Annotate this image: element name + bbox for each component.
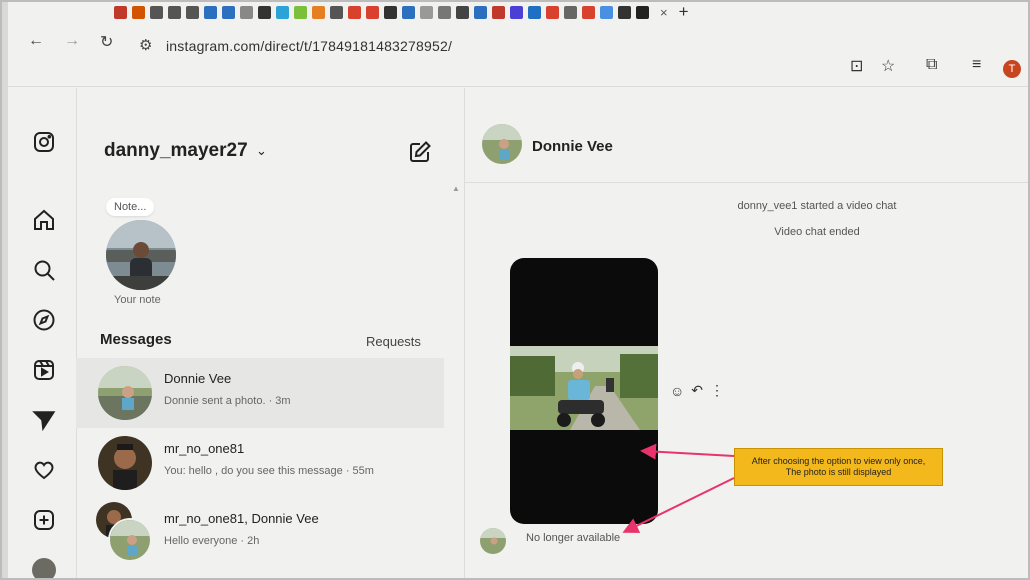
inbox-pane: danny_mayer27 ⌄ ▲ Note... Your note Mess… (76, 88, 465, 580)
chat-pane: Donnie Vee donny_vee1 started a video ch… (464, 88, 1030, 580)
chat-header: Donnie Vee (464, 88, 1030, 183)
tab-favicon-icon[interactable] (474, 5, 487, 19)
extensions-icon[interactable]: ⧉ (926, 56, 937, 74)
annotation-line-2: The photo is still displayed (785, 467, 892, 477)
tab-favicon-icon[interactable] (204, 5, 217, 19)
tab-favicon-icon[interactable] (222, 5, 235, 19)
react-emoji-icon[interactable]: ☺ (670, 383, 684, 399)
reload-icon[interactable]: ↻ (100, 32, 113, 52)
tab-favicon-icon[interactable] (582, 5, 595, 19)
toolbar-divider (8, 86, 1030, 87)
install-app-icon[interactable]: ⊡ (850, 56, 863, 76)
system-message: Video chat ended (774, 226, 860, 238)
profile-avatar-icon[interactable] (32, 558, 56, 580)
chat-contact-avatar[interactable] (482, 124, 522, 164)
thread-row-group[interactable]: mr_no_one81, Donnie Vee Hello everyone ·… (76, 498, 444, 568)
tab-strip: × + (104, 0, 1030, 24)
photo-message[interactable] (510, 258, 658, 524)
your-note-label: Your note (114, 294, 161, 306)
sender-avatar (480, 528, 506, 554)
thread-name: mr_no_one81, Donnie Vee (164, 511, 319, 526)
thread-preview: Donnie sent a photo. · 3m (164, 395, 291, 407)
tab-favicon-icon[interactable] (294, 5, 307, 19)
instagram-logo-icon[interactable] (32, 130, 56, 154)
site-info-icon[interactable]: ⚙ (139, 36, 152, 54)
thread-row-donnie-vee[interactable]: Donnie Vee Donnie sent a photo. · 3m (76, 358, 444, 428)
messages-icon[interactable] (32, 408, 56, 432)
annotation-callout: After choosing the option to view only o… (734, 448, 943, 486)
tab-favicon-icon[interactable] (492, 5, 505, 19)
profile-avatar[interactable]: T (1003, 60, 1021, 78)
tab-favicon-icon[interactable] (600, 5, 613, 19)
back-icon[interactable]: ← (28, 32, 44, 50)
group-avatar-2 (108, 518, 152, 562)
tab-favicon-icon[interactable] (258, 5, 271, 19)
media-controls-icon[interactable]: ≡ (972, 56, 981, 74)
tab-favicon-icon[interactable] (114, 5, 127, 19)
thread-avatar (98, 366, 152, 420)
thread-avatar (98, 436, 152, 490)
reels-icon[interactable] (32, 358, 56, 382)
annotation-line-1: After choosing the option to view only o… (751, 456, 926, 466)
tab-favicon-icon[interactable] (456, 5, 469, 19)
tab-favicon-icon[interactable] (618, 5, 631, 19)
thread-preview: You: hello , do you see this message · 5… (164, 465, 374, 477)
note-avatar[interactable] (106, 220, 176, 290)
thread-row-mr-no-one81[interactable]: mr_no_one81 You: hello , do you see this… (76, 428, 444, 498)
tab-favicon-icon[interactable] (546, 5, 559, 19)
photo-image (510, 346, 658, 430)
message-actions: ☺ ↶ ⋮ (670, 382, 724, 399)
tab-favicon-icon[interactable] (150, 5, 163, 19)
messages-heading: Messages (100, 331, 172, 348)
note-bubble[interactable]: Note... (106, 198, 155, 216)
tab-favicon-icon[interactable] (348, 5, 361, 19)
url-field[interactable]: instagram.com/direct/t/17849181483278952… (166, 38, 452, 54)
explore-icon[interactable] (32, 308, 56, 332)
address-bar-row: ← → ↻ ⚙ instagram.com/direct/t/178491814… (8, 26, 1030, 64)
new-tab-icon[interactable]: + (679, 2, 689, 22)
tab-favicon-icon[interactable] (636, 5, 649, 19)
tab-favicon-icon[interactable] (528, 5, 541, 19)
bookmark-star-icon[interactable]: ☆ (881, 56, 895, 76)
tab-favicon-icon[interactable] (186, 5, 199, 19)
tab-favicon-icon[interactable] (438, 5, 451, 19)
requests-link[interactable]: Requests (366, 334, 421, 349)
tab-favicon-icon[interactable] (132, 5, 145, 19)
tab-favicon-icon[interactable] (276, 5, 289, 19)
reply-icon[interactable]: ↶ (691, 382, 703, 399)
more-options-icon[interactable]: ⋮ (710, 382, 724, 399)
system-message: donny_vee1 started a video chat (737, 200, 897, 212)
close-tab-icon[interactable]: × (660, 5, 668, 20)
tab-favicon-icon[interactable] (384, 5, 397, 19)
scroll-up-arrow-icon[interactable]: ▲ (452, 184, 460, 193)
forward-icon[interactable]: → (64, 32, 80, 50)
create-icon[interactable] (32, 508, 56, 532)
search-icon[interactable] (32, 258, 56, 282)
home-icon[interactable] (32, 208, 56, 232)
tab-favicon-icon[interactable] (240, 5, 253, 19)
thread-preview: Hello everyone · 2h (164, 535, 260, 547)
notifications-icon[interactable] (32, 458, 56, 482)
tab-favicon-icon[interactable] (510, 5, 523, 19)
thread-name: mr_no_one81 (164, 441, 245, 456)
tab-favicon-icon[interactable] (168, 5, 181, 19)
tab-favicon-icon[interactable] (420, 5, 433, 19)
tab-favicon-icon[interactable] (312, 5, 325, 19)
compose-icon[interactable] (408, 140, 432, 164)
screen: × + ← → ↻ ⚙ instagram.com/direct/t/178491… (8, 0, 1030, 580)
tab-favicon-icon[interactable] (402, 5, 415, 19)
chat-contact-name[interactable]: Donnie Vee (532, 138, 613, 155)
chevron-down-icon[interactable]: ⌄ (256, 143, 267, 159)
tab-favicon-icon[interactable] (366, 5, 379, 19)
no-longer-available-label: No longer available (526, 532, 621, 544)
tab-favicon-icon[interactable] (564, 5, 577, 19)
tab-favicon-icon[interactable] (330, 5, 343, 19)
account-username[interactable]: danny_mayer27 (104, 140, 248, 162)
thread-name: Donnie Vee (164, 371, 232, 386)
sidebar-nav (8, 88, 77, 580)
